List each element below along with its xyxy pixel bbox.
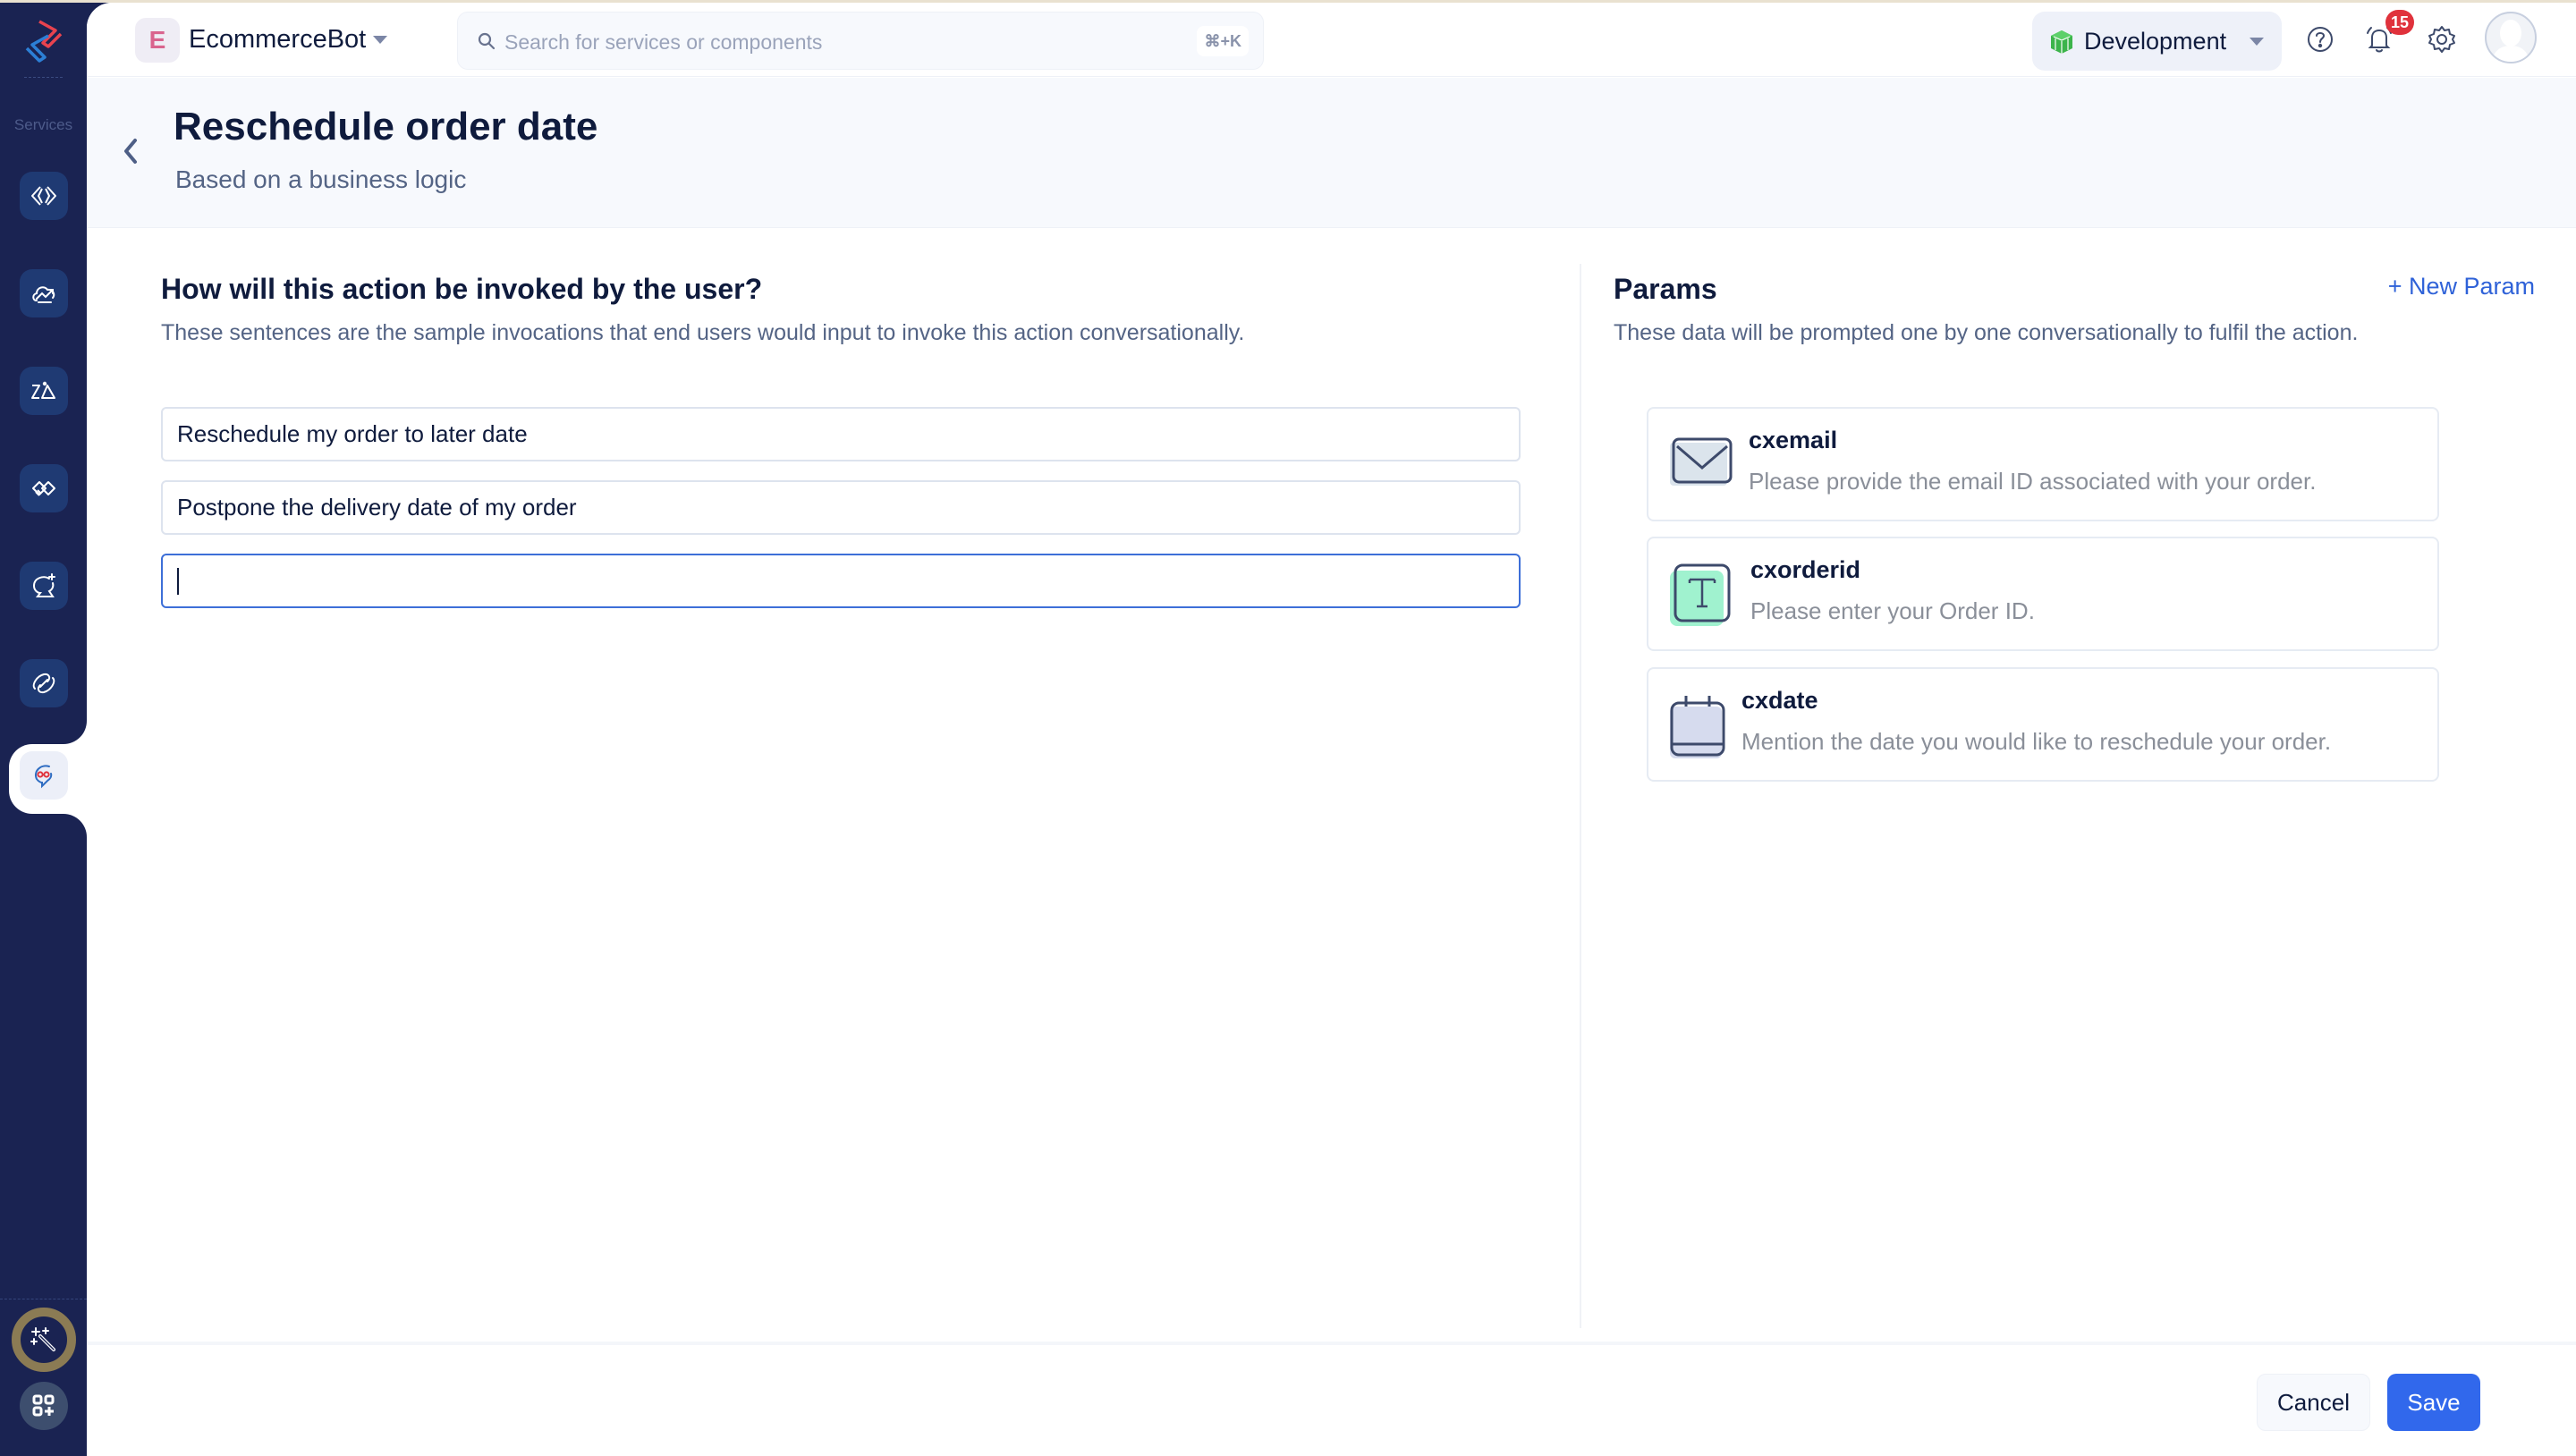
add-apps-button[interactable] (20, 1382, 68, 1430)
bot-avatar[interactable]: E (135, 18, 180, 63)
invocation-input[interactable]: Reschedule my order to later date (161, 407, 1521, 461)
top-bar: E EcommerceBot Search for services or co… (87, 3, 2576, 77)
magic-wand-icon (30, 1327, 55, 1351)
cancel-button[interactable]: Cancel (2257, 1374, 2370, 1431)
services-label: Services (13, 116, 73, 133)
environment-cube-icon (2051, 30, 2072, 54)
magic-wand-button[interactable] (12, 1308, 76, 1372)
calendar-icon (1670, 696, 1725, 758)
param-card-cxdate[interactable]: cxdate Mention the date you would like t… (1647, 667, 2439, 782)
sidebar-item-link[interactable] (20, 659, 68, 707)
invocation-input[interactable]: Postpone the delivery date of my order (161, 480, 1521, 535)
bot-selector[interactable]: EcommerceBot (189, 25, 366, 55)
back-chevron-icon[interactable] (119, 133, 142, 169)
sidebar-item-code[interactable] (20, 172, 68, 220)
cloud-icon (32, 286, 55, 303)
sidebar-item-integration[interactable] (20, 464, 68, 512)
param-card-cxorderid[interactable]: cxorderid Please enter your Order ID. (1647, 537, 2439, 651)
text-cursor (177, 568, 179, 595)
environment-selector[interactable]: Development (2032, 12, 2282, 71)
settings-gear-icon[interactable] (2425, 22, 2459, 56)
email-envelope-icon (1670, 437, 1733, 486)
logo-divider (24, 77, 63, 78)
page-subtitle: Based on a business logic (175, 165, 467, 193)
save-button[interactable]: Save (2387, 1374, 2480, 1431)
param-prompt: Mention the date you would like to resch… (1741, 728, 2332, 755)
sidebar-item-chatbot[interactable] (20, 751, 68, 800)
text-type-icon (1670, 563, 1731, 626)
chatbot-icon (35, 765, 53, 789)
environment-label: Development (2084, 28, 2227, 55)
ai-chat-icon (32, 573, 55, 597)
param-prompt: Please enter your Order ID. (1750, 597, 2035, 624)
main-panel: E EcommerceBot Search for services or co… (87, 3, 2576, 1456)
invocations-section: How will this action be invoked by the u… (161, 228, 1521, 608)
param-card-cxemail[interactable]: cxemail Please provide the email ID asso… (1647, 407, 2439, 521)
params-description: These data will be prompted one by one c… (1614, 320, 2359, 345)
search-input[interactable]: Search for services or components (504, 30, 822, 55)
user-silhouette-icon (2492, 20, 2529, 62)
param-prompt: Please provide the email ID associated w… (1749, 468, 2317, 495)
sidebar: Services (0, 0, 87, 1456)
search-shortcut-hint: ⌘+K (1197, 26, 1249, 56)
sidebar-item-zia[interactable] (20, 367, 68, 415)
bot-dropdown-caret-icon[interactable] (373, 36, 387, 44)
invocations-title: How will this action be invoked by the u… (161, 273, 763, 305)
param-name: cxdate (1741, 687, 1818, 714)
page-header: Reschedule order date Based on a busines… (87, 78, 2576, 228)
column-divider (1580, 264, 1581, 1328)
search-icon (478, 32, 496, 50)
link-icon (32, 673, 55, 694)
app-logo-icon[interactable] (21, 16, 66, 66)
window-top-edge (0, 0, 2576, 3)
new-invocation-input[interactable] (161, 554, 1521, 608)
notification-count-badge: 15 (2385, 10, 2414, 35)
code-icon (31, 186, 56, 206)
param-name: cxorderid (1750, 556, 1861, 583)
params-section: Params These data will be prompted one b… (1614, 228, 2535, 782)
user-avatar[interactable] (2485, 12, 2537, 63)
new-param-button[interactable]: + New Param (2388, 273, 2535, 301)
environment-dropdown-caret-icon (2250, 38, 2264, 46)
sidebar-item-cloud[interactable] (20, 269, 68, 317)
zia-icon (31, 381, 55, 399)
sidebar-item-ai-chat[interactable] (20, 562, 68, 610)
action-footer: Cancel Save (87, 1342, 2576, 1456)
page-title: Reschedule order date (174, 105, 598, 148)
invocations-description: These sentences are the sample invocatio… (161, 320, 1245, 345)
help-icon[interactable] (2303, 22, 2337, 56)
param-name: cxemail (1749, 427, 1838, 453)
add-apps-icon (32, 1394, 55, 1417)
integration-icon (32, 481, 55, 496)
search-bar[interactable]: Search for services or components ⌘+K (457, 12, 1264, 70)
